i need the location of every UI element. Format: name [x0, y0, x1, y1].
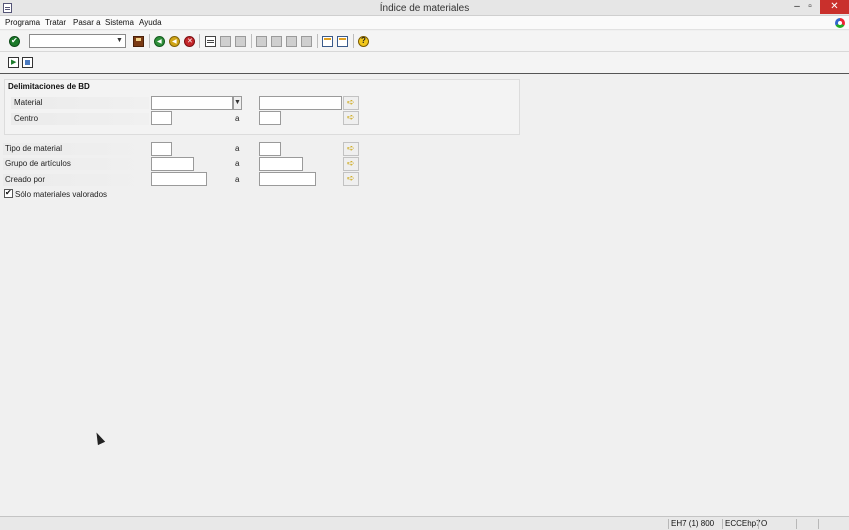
- enter-icon[interactable]: [9, 36, 20, 47]
- toolbar-separator: [353, 34, 354, 48]
- window-resize-icon[interactable]: [818, 519, 834, 529]
- system-toolbar: ▼: [0, 31, 849, 52]
- menu-bar: Programa Tratar Pasar a Sistema Ayuda: [0, 16, 849, 30]
- next-page-icon: [286, 36, 297, 47]
- chevron-down-icon[interactable]: ▼: [233, 96, 242, 110]
- material-label: Material: [14, 98, 43, 107]
- status-indicator-icon: [796, 519, 814, 529]
- print-icon[interactable]: [205, 36, 216, 47]
- cancel-icon[interactable]: [184, 36, 195, 47]
- new-session-icon[interactable]: [322, 36, 333, 47]
- creado-por-to-input[interactable]: [259, 172, 316, 186]
- tipo-material-from-input[interactable]: [151, 142, 172, 156]
- exit-icon[interactable]: [169, 36, 180, 47]
- grupo-articulos-label: Grupo de artículos: [5, 159, 71, 168]
- to-label: a: [235, 114, 240, 123]
- command-input[interactable]: [30, 35, 114, 47]
- creado-por-from-input[interactable]: [151, 172, 207, 186]
- toolbar-separator: [251, 34, 252, 48]
- multiple-selection-button[interactable]: [343, 157, 359, 171]
- centro-to-input[interactable]: [259, 111, 281, 125]
- multiple-selection-button[interactable]: [343, 96, 359, 110]
- to-label: a: [235, 144, 240, 153]
- back-icon[interactable]: [154, 36, 165, 47]
- toolbar-separator: [199, 34, 200, 48]
- status-bar: EH7 (1) 800 ▼ ECCEhp7 O: [0, 516, 849, 530]
- centro-from-input[interactable]: [151, 111, 172, 125]
- to-label: a: [235, 175, 240, 184]
- tipo-material-to-input[interactable]: [259, 142, 281, 156]
- server-info: ECCEhp7: [722, 519, 761, 529]
- last-page-icon: [301, 36, 312, 47]
- toolbar-separator: [149, 34, 150, 48]
- shortcut-icon[interactable]: [337, 36, 348, 47]
- creado-por-label: Creado por: [5, 175, 46, 184]
- sap-logo-icon: [835, 18, 845, 28]
- mouse-cursor-icon: [92, 430, 106, 446]
- material-from-input[interactable]: [151, 96, 233, 110]
- material-to-input[interactable]: [259, 96, 342, 110]
- chevron-down-icon[interactable]: ▼: [115, 36, 124, 46]
- first-page-icon: [256, 36, 267, 47]
- menu-ayuda[interactable]: Ayuda: [139, 18, 162, 27]
- grupo-articulos-to-input[interactable]: [259, 157, 303, 171]
- title-bar: Índice de materiales – ▫ ✕: [0, 0, 849, 16]
- save-icon[interactable]: [133, 36, 144, 47]
- group-title: Delimitaciones de BD: [8, 82, 90, 91]
- valued-materials-checkbox[interactable]: [4, 188, 13, 198]
- multiple-selection-button[interactable]: [343, 142, 359, 156]
- application-toolbar: [0, 52, 849, 74]
- menu-tratar[interactable]: Tratar: [45, 18, 66, 27]
- menu-pasar-a[interactable]: Pasar a: [73, 18, 101, 27]
- valued-materials-label: Sólo materiales valorados: [15, 190, 108, 199]
- execute-icon[interactable]: [8, 57, 19, 68]
- previous-page-icon: [271, 36, 282, 47]
- command-field[interactable]: ▼: [29, 34, 126, 48]
- window-title: Índice de materiales: [379, 3, 470, 14]
- menu-sistema[interactable]: Sistema: [105, 18, 134, 27]
- tipo-material-label: Tipo de material: [5, 144, 63, 153]
- grupo-articulos-from-input[interactable]: [151, 157, 194, 171]
- system-info[interactable]: EH7 (1) 800 ▼: [668, 519, 722, 530]
- multiple-selection-button[interactable]: [343, 111, 359, 125]
- get-variant-icon[interactable]: [22, 57, 33, 68]
- system-info-text: EH7 (1) 800: [671, 519, 715, 528]
- find-next-icon: [235, 36, 246, 47]
- maximize-button[interactable]: ▫: [800, 0, 820, 14]
- multiple-selection-button[interactable]: [343, 172, 359, 186]
- help-icon[interactable]: [358, 36, 369, 47]
- menu-programa[interactable]: Programa: [5, 18, 40, 27]
- centro-label: Centro: [14, 114, 39, 123]
- to-label: a: [235, 159, 240, 168]
- find-icon: [220, 36, 231, 47]
- close-button[interactable]: ✕: [820, 0, 849, 14]
- toolbar-separator: [317, 34, 318, 48]
- input-mode: O: [758, 519, 794, 529]
